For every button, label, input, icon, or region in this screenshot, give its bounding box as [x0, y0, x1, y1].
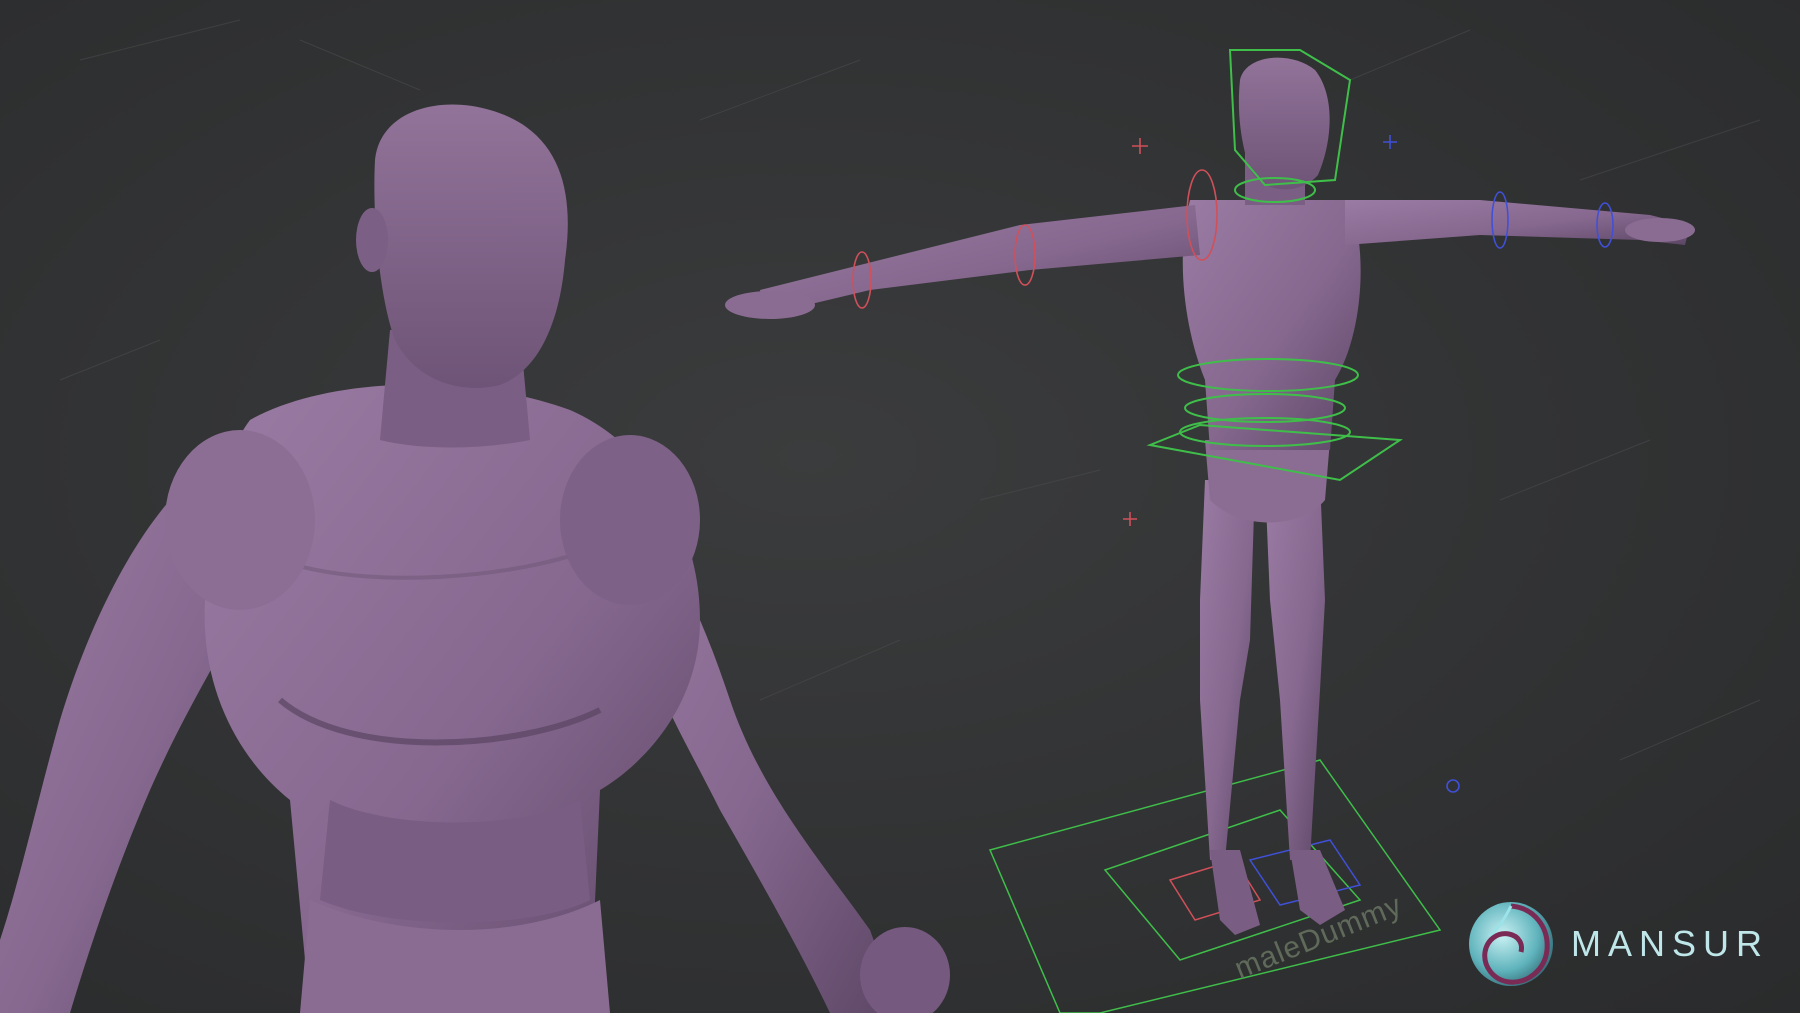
rigged-left-leg: [1200, 480, 1255, 860]
closeup-left-shoulder: [165, 430, 315, 610]
rigged-figure: [725, 49, 1695, 1013]
brand-watermark: MANSUR: [1465, 898, 1769, 990]
rigged-pelvis: [1205, 440, 1330, 523]
rigged-torso: [1182, 200, 1361, 450]
rigged-right-leg: [1265, 480, 1325, 860]
closeup-figure: [0, 104, 950, 1013]
viewport-scene: maleDummy MANSUR: [0, 0, 1800, 1013]
closeup-ear: [356, 208, 388, 272]
brand-name: MANSUR: [1571, 923, 1770, 964]
closeup-right-shoulder: [560, 435, 700, 605]
rigged-left-arm: [760, 205, 1200, 315]
scene-artwork: [0, 19, 1761, 1013]
closeup-head: [374, 104, 568, 388]
left-arm-controls: [852, 138, 1218, 526]
spiral-shell-logo-icon: [1469, 902, 1553, 986]
rigged-left-hand: [725, 291, 815, 319]
rigged-right-hand: [1625, 218, 1695, 242]
